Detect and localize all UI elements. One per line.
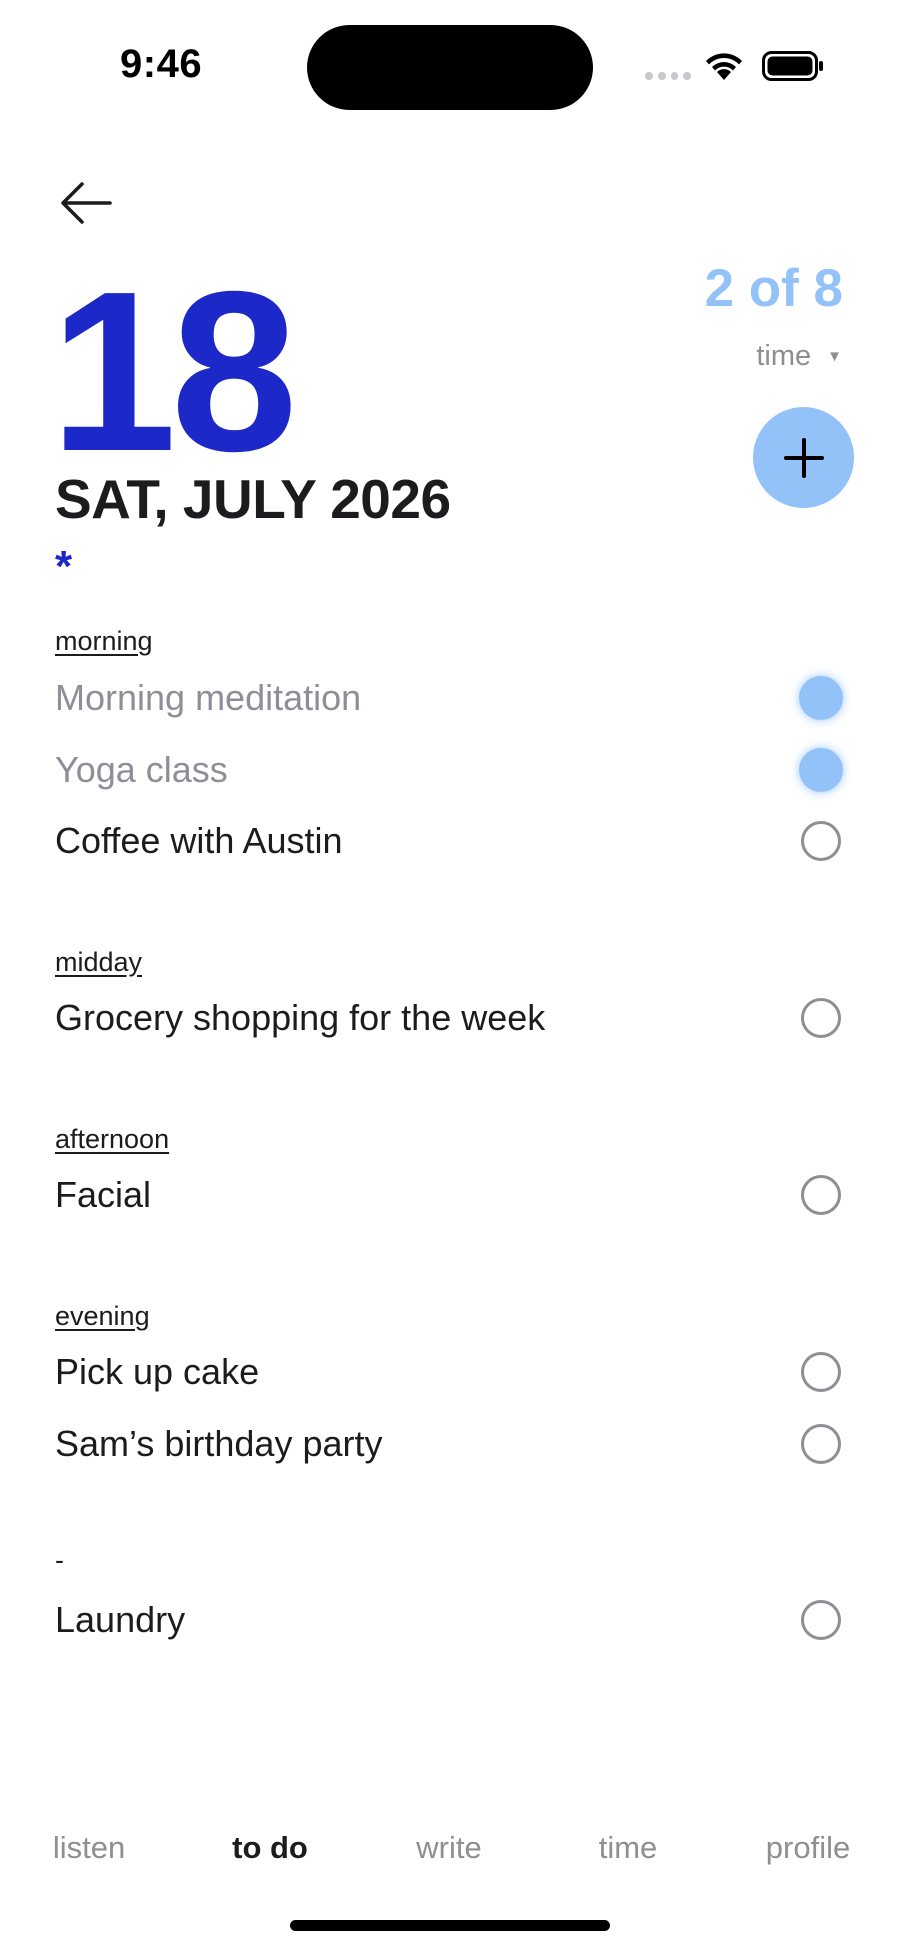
section-label-midday: midday xyxy=(55,947,143,977)
dynamic-island xyxy=(307,25,593,110)
section-label-afternoon: afternoon xyxy=(55,1124,170,1154)
add-task-button[interactable] xyxy=(753,407,854,508)
task-title: Yoga class xyxy=(55,749,228,790)
wifi-icon xyxy=(706,53,742,80)
task-checkbox[interactable] xyxy=(801,998,841,1038)
day-number: 18 xyxy=(50,245,298,499)
completion-counter: 2 of 8 xyxy=(704,259,843,318)
task-checkbox[interactable] xyxy=(799,748,843,792)
task-checkbox[interactable] xyxy=(799,676,843,720)
day-marker: * xyxy=(55,542,73,591)
task-row[interactable]: Grocery shopping for the week xyxy=(0,988,900,1048)
task-checkbox[interactable] xyxy=(801,1424,841,1464)
task-row[interactable]: Laundry xyxy=(0,1590,900,1650)
task-checkbox[interactable] xyxy=(801,1600,841,1640)
status-time: 9:46 xyxy=(120,42,203,86)
task-row[interactable]: Yoga class xyxy=(0,740,900,800)
task-checkbox[interactable] xyxy=(801,821,841,861)
sort-dropdown[interactable]: time ▼ xyxy=(756,340,842,373)
task-title: Coffee with Austin xyxy=(55,820,343,861)
task-row[interactable]: Morning meditation xyxy=(0,668,900,728)
tab-bar: listen to do write time profile xyxy=(0,1830,900,1880)
task-row[interactable]: Facial xyxy=(0,1165,900,1225)
section-label-evening: evening xyxy=(55,1301,150,1331)
task-title: Sam’s birthday party xyxy=(55,1423,383,1464)
tab-time[interactable]: time xyxy=(599,1830,658,1866)
section-label-morning: morning xyxy=(55,626,153,656)
task-checkbox[interactable] xyxy=(801,1175,841,1215)
task-row[interactable]: Pick up cake xyxy=(0,1342,900,1402)
task-title: Pick up cake xyxy=(55,1351,260,1392)
task-checkbox[interactable] xyxy=(801,1352,841,1392)
arrow-left-icon xyxy=(61,182,112,224)
battery-icon xyxy=(762,51,823,81)
tab-profile[interactable]: profile xyxy=(766,1830,850,1866)
task-title: Grocery shopping for the week xyxy=(55,997,546,1038)
task-title: Morning meditation xyxy=(55,677,362,718)
home-indicator xyxy=(290,1920,610,1931)
sort-value: time xyxy=(756,340,812,372)
task-row[interactable]: Sam’s birthday party xyxy=(0,1414,900,1474)
task-row[interactable]: Coffee with Austin xyxy=(0,811,900,871)
tab-to-do[interactable]: to do xyxy=(232,1830,308,1866)
caret-down-icon: ▼ xyxy=(827,348,842,365)
back-button[interactable] xyxy=(58,178,114,228)
tab-listen[interactable]: listen xyxy=(53,1830,125,1866)
cellular-signal-icon xyxy=(645,72,691,82)
tab-write[interactable]: write xyxy=(416,1830,481,1866)
section-label-unscheduled: - xyxy=(55,1545,64,1575)
task-title: Laundry xyxy=(55,1599,186,1640)
plus-icon xyxy=(783,437,824,478)
date-heading: SAT, JULY 2026 xyxy=(55,468,451,530)
task-title: Facial xyxy=(55,1174,152,1215)
